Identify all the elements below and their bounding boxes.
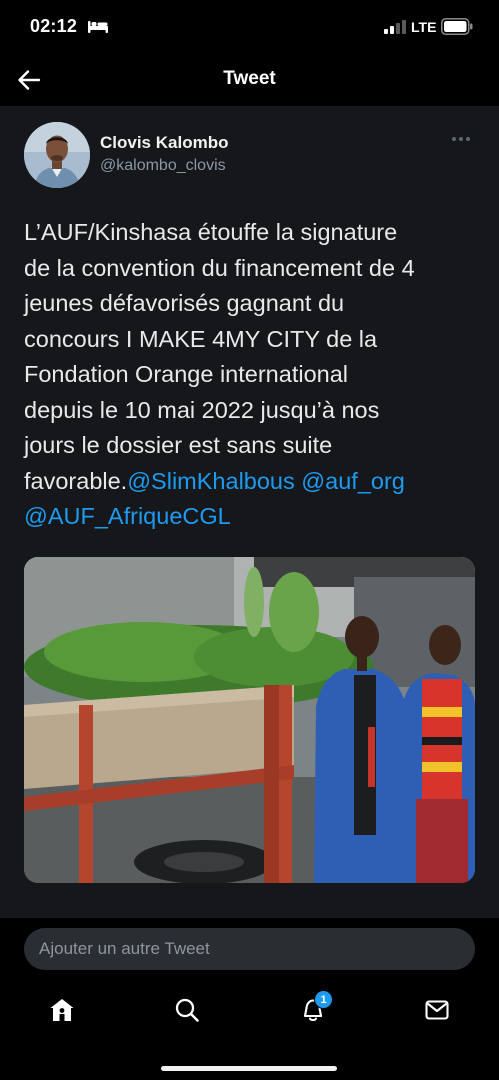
tab-messages[interactable] [419, 994, 455, 1026]
tweet-text-line: jeunes défavorisés gagnant du [24, 290, 345, 316]
more-dots-icon [452, 137, 456, 141]
search-icon [175, 998, 199, 1022]
bed-icon [88, 21, 108, 33]
tweet-text-line: depuis le 10 mai 2022 jusqu’à nos [24, 396, 380, 423]
bottom-tab-bar: 1 [0, 980, 499, 1080]
tweet-text-line: de la convention du financement de 4 [24, 254, 415, 281]
notification-badge: 1 [314, 990, 333, 1009]
signal-icon [384, 20, 406, 34]
tweet-detail: Clovis Kalombo @kalombo_clovis L’AUF/Kin… [0, 106, 499, 918]
author-handle[interactable]: @kalombo_clovis [100, 157, 226, 175]
tab-home[interactable] [44, 994, 80, 1026]
page-title: Tweet [223, 68, 276, 89]
home-icon [50, 999, 74, 1021]
tweet-text-line: concours I MAKE 4MY CITY de la [24, 325, 378, 352]
status-time: 02:12 [30, 16, 78, 36]
network-label: LTE [411, 19, 437, 35]
mention-link[interactable]: @AUF_AfriqueCGL [24, 503, 231, 529]
tweet-text-line: L’AUF/Kinshasa étouffe la signature [24, 219, 398, 245]
reply-input-placeholder[interactable]: Ajouter un autre Tweet [39, 939, 210, 959]
tab-notifications[interactable]: 1 [295, 990, 333, 1026]
mail-icon [425, 1000, 449, 1020]
status-bar: 02:12 LTE [0, 0, 499, 54]
avatar-image [24, 122, 90, 188]
tab-search[interactable] [169, 994, 205, 1026]
mention-link[interactable]: @SlimKhalbous [127, 468, 295, 494]
tweet-text-line: jours le dossier est sans suite [24, 432, 333, 458]
tweet-text-line: favorable.@SlimKhalbous @auf_org [24, 464, 479, 500]
more-dot [466, 137, 470, 141]
more-options-button[interactable] [452, 132, 476, 146]
tweet-text: L’AUF/Kinshasa étouffe la signature de l… [24, 215, 479, 535]
mention-link[interactable]: @auf_org [301, 468, 405, 494]
tweet-text-end: favorable. [24, 467, 128, 494]
tweet-text-line: @AUF_AfriqueCGL [24, 499, 479, 535]
tweet-photo[interactable] [24, 557, 475, 883]
battery-icon [441, 18, 473, 35]
photo-image [24, 557, 475, 883]
more-dot [459, 137, 463, 141]
avatar[interactable] [24, 122, 90, 188]
compose-reply-bar[interactable]: Ajouter un autre Tweet [24, 928, 475, 970]
header: Tweet [0, 54, 499, 106]
home-indicator[interactable] [161, 1066, 337, 1071]
tweet-text-line: Fondation Orange international [24, 361, 348, 387]
author-name[interactable]: Clovis Kalombo [100, 133, 228, 153]
